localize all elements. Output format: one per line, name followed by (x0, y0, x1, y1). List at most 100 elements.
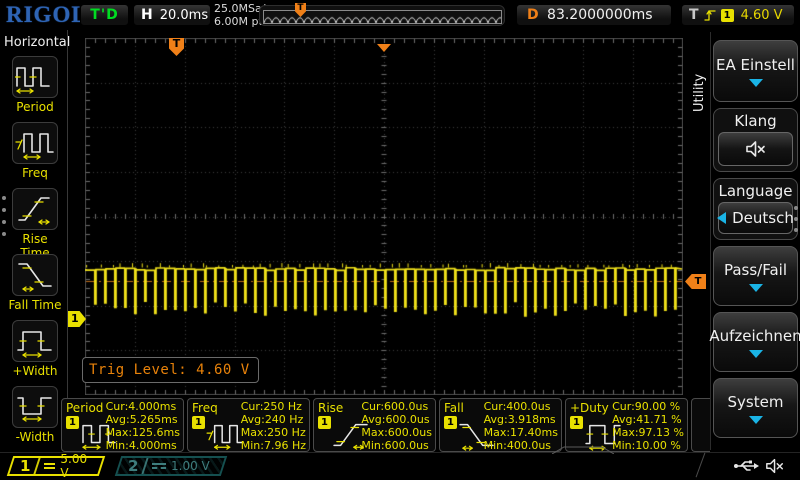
dc-coupling-icon (152, 463, 166, 469)
menu-label: Klang (714, 109, 797, 132)
channel-number: 2 (128, 457, 138, 475)
chevron-left-icon (717, 212, 726, 224)
measurement-values: Cur:400.0us Avg:3.918ms Max:17.40ms Min:… (484, 400, 558, 452)
trigger-label: T (689, 7, 699, 23)
chevron-down-icon (749, 416, 763, 424)
measurement-name: Period (66, 401, 103, 415)
neg-width-icon (15, 390, 55, 424)
sidebar-item-pos-width[interactable]: +Width (8, 320, 62, 378)
sound-toggle-button[interactable] (718, 132, 793, 166)
measurement-next-partial[interactable] (691, 398, 710, 452)
menu-item-aufzeichnen[interactable]: Aufzeichnen (713, 312, 798, 372)
measurement-name: Freq (192, 401, 218, 415)
measurement-channel-badge: 1 (444, 416, 457, 429)
measurement-freq[interactable]: Freq 1 Cur:250 Hz Avg:240 Hz Max:250 Hz … (187, 398, 310, 452)
trigger-box[interactable]: T 1 4.60 V (681, 4, 795, 26)
menu-label: Language (714, 179, 797, 202)
usb-icon (733, 458, 759, 474)
delay-box[interactable]: D 83.2000000ms (516, 4, 672, 26)
measurement-name: +Duty (570, 401, 609, 415)
freq-icon (205, 419, 245, 451)
sidebar-label-period: Period (8, 100, 62, 114)
menu-label: Aufzeichnen (709, 327, 800, 345)
left-scroll-indicator (2, 208, 6, 212)
channel1-tab[interactable]: 1 5.00 V (7, 456, 105, 476)
sidebar-item-rise-time[interactable]: Rise Time (8, 188, 62, 260)
channel-tab-divider (142, 458, 149, 474)
measurement-values: Cur:90.00 % Avg:41.71 % Max:97.13 % Min:… (612, 400, 684, 452)
sidebar-label-neg-width: -Width (8, 430, 62, 444)
left-menu-title: Horizontal (4, 35, 70, 50)
trigger-status-badge: T'D (80, 4, 129, 26)
sidebar-label-freq: Freq (8, 166, 62, 180)
menu-item-ea-einstell[interactable]: EA Einstell (713, 40, 798, 102)
rising-edge-icon (704, 8, 716, 22)
language-value: Deutsch (732, 209, 794, 227)
bottom-right-divider (696, 453, 706, 478)
measurement-channel-badge: 1 (570, 416, 583, 429)
right-page-indicator (794, 217, 798, 221)
right-page-indicator (794, 206, 798, 210)
measurement-pos-duty[interactable]: +Duty 1 Cur:90.00 % Avg:41.71 % Max:97.1… (565, 398, 688, 452)
sidebar-label-fall-time: Fall Time (8, 298, 62, 312)
sidebar-item-period[interactable]: Period (8, 56, 62, 114)
menu-label: System (728, 393, 784, 411)
h-label: H (141, 7, 153, 23)
measurement-channel-badge: 1 (192, 416, 205, 429)
rise-time-icon (15, 192, 55, 226)
trigger-level-value: 4.60 V (741, 8, 783, 23)
trig-level-readout: Trig Level: 4.60 V (82, 357, 259, 383)
trigger-status-text: T'D (90, 7, 118, 23)
pos-width-icon (15, 324, 55, 358)
sidebar-item-fall-time[interactable]: Fall Time (8, 254, 62, 312)
fall-time-icon (15, 258, 55, 292)
measurement-period[interactable]: Period 1 Cur:4.000ms Avg:5.265ms Max:125… (61, 398, 184, 452)
trigger-source-badge: 1 (721, 9, 734, 22)
chevron-down-icon (749, 79, 763, 87)
period-icon (15, 60, 55, 94)
left-scroll-indicator (2, 232, 6, 236)
left-scroll-indicator (2, 220, 6, 224)
left-scroll-indicator (2, 196, 6, 200)
sidebar-label-pos-width: +Width (8, 364, 62, 378)
h-scale-value: 20.0ms (160, 8, 208, 23)
measurement-rise[interactable]: Rise 1 Cur:600.0us Avg:600.0us Max:600.0… (313, 398, 436, 452)
horizontal-center-marker (377, 44, 391, 52)
right-page-indicator (794, 228, 798, 232)
language-select-button[interactable]: Deutsch (718, 202, 793, 234)
channel-scale: 5.00 V (60, 452, 92, 480)
measurement-values: Cur:4.000ms Avg:5.265ms Max:125.6ms Min:… (106, 400, 180, 452)
sidebar-item-freq[interactable]: Freq (8, 122, 62, 180)
horizontal-scale-box[interactable]: H 20.0ms (133, 4, 211, 26)
chevron-down-icon (749, 284, 763, 292)
trigger-level-marker[interactable]: T (685, 274, 706, 289)
speaker-muted-icon (765, 457, 785, 475)
oscilloscope-screen: RIGOL T'D H 20.0ms 25.0MSa/s 6.00M pts T… (0, 0, 800, 480)
left-divider (67, 30, 68, 453)
channel-tab-divider (34, 458, 41, 474)
measurement-channel-badge: 1 (66, 416, 79, 429)
sidebar-item-neg-width[interactable]: -Width (8, 386, 62, 444)
graticule-canvas (85, 38, 683, 395)
bottom-divider (0, 452, 800, 453)
menu-item-klang[interactable]: Klang (713, 108, 798, 172)
dc-coupling-icon (44, 463, 55, 469)
channel-number: 1 (20, 457, 30, 475)
menu-tab-utility: Utility (692, 50, 707, 112)
menu-item-pass-fail[interactable]: Pass/Fail (713, 246, 798, 306)
menu-item-language[interactable]: Language Deutsch (713, 178, 798, 240)
menu-item-system[interactable]: System (713, 378, 798, 438)
channel2-tab[interactable]: 2 1.00 V (115, 456, 227, 476)
menu-label: Pass/Fail (724, 261, 787, 279)
measurement-name: Rise (318, 401, 343, 415)
measurement-name: Fall (444, 401, 464, 415)
rigol-logo: RIGOL (6, 2, 88, 28)
delay-value: 83.2000000ms (539, 7, 661, 23)
measurement-values: Cur:250 Hz Avg:240 Hz Max:250 Hz Min:7.9… (241, 400, 306, 452)
channel1-ground-marker[interactable]: 1 (68, 311, 86, 327)
freq-icon (15, 126, 55, 160)
menu-label: EA Einstell (716, 56, 795, 74)
chevron-down-icon (749, 350, 763, 358)
measurement-fall[interactable]: Fall 1 Cur:400.0us Avg:3.918ms Max:17.40… (439, 398, 562, 452)
measurement-values: Cur:600.0us Avg:600.0us Max:600.0us Min:… (361, 400, 432, 452)
